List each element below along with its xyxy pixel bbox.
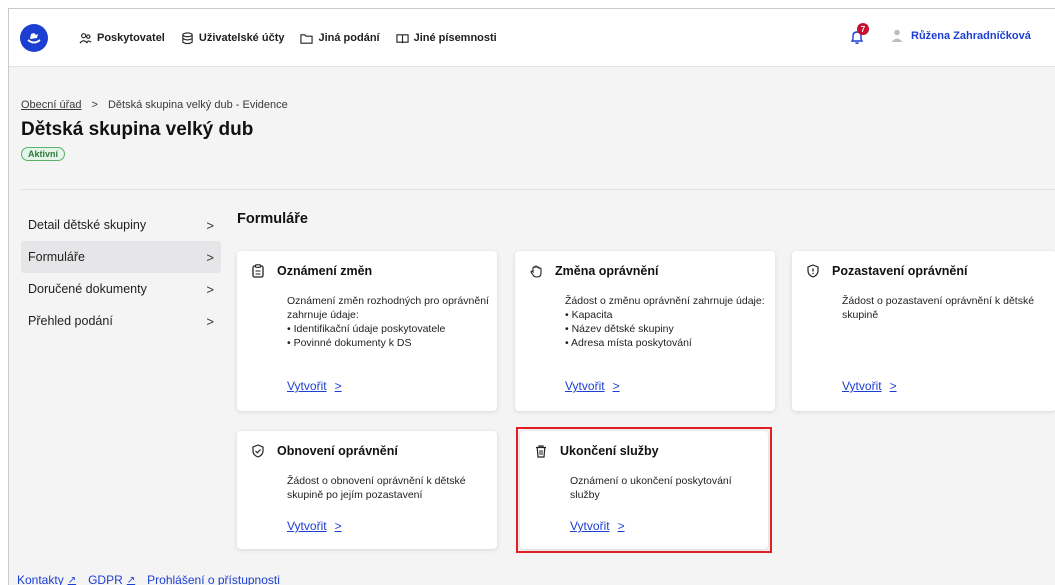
list-item: Povinné dokumenty k DS <box>287 336 497 350</box>
status-badge: Aktivní <box>21 147 66 161</box>
book-icon <box>395 33 409 43</box>
form-card-obnoveni-opravneni: Obnovení oprávnění Žádost o obnovení opr… <box>237 431 497 549</box>
card-description: Žádost o změnu oprávnění zahrnuje údaje:… <box>565 294 775 350</box>
sidebar-item-label: Detail dětské skupiny <box>28 218 147 232</box>
main-nav: Poskytovatel Uživatelské účty Jiná podán… <box>79 9 497 67</box>
card-title: Obnovení oprávnění <box>277 444 398 458</box>
card-title: Změna oprávnění <box>555 264 659 278</box>
chevron-right-icon: > <box>206 249 214 265</box>
sidebar-item-label: Doručené dokumenty <box>28 282 147 296</box>
nav-label: Uživatelské účty <box>198 32 285 44</box>
sidebar-item-dorucene-dokumenty[interactable]: Doručené dokumenty > <box>21 273 221 305</box>
shield-alert-icon <box>807 264 819 278</box>
app-logo[interactable] <box>20 24 48 52</box>
form-card-pozastaveni-opravneni: Pozastavení oprávnění Žádost o pozastave… <box>792 251 1055 411</box>
create-link[interactable]: Vytvořit > <box>287 519 342 533</box>
chevron-right-icon: > <box>612 379 620 393</box>
create-link[interactable]: Vytvořit > <box>565 379 620 393</box>
user-menu[interactable]: Růžena Zahradníčková <box>891 29 1031 42</box>
external-link-icon: ↗ <box>126 574 136 585</box>
create-link[interactable]: Vytvořit > <box>287 379 342 393</box>
form-card-zmena-opravneni: Změna oprávnění Žádost o změnu oprávnění… <box>515 251 775 411</box>
breadcrumb-parent-link[interactable]: Obecní úřad <box>21 99 82 111</box>
nav-label: Jiné písemnosti <box>413 32 497 44</box>
card-description-text: Žádost o změnu oprávnění zahrnuje údaje: <box>565 295 765 307</box>
chevron-right-icon: > <box>334 519 342 533</box>
sidebar-item-formulare[interactable]: Formuláře > <box>21 241 221 273</box>
list-item: Identifikační údaje poskytovatele <box>287 322 497 336</box>
form-card-oznameni-zmen: Oznámení změn Oznámení změn rozhodných p… <box>237 251 497 411</box>
nav-item-jina-podani[interactable]: Jiná podání <box>300 32 380 45</box>
chevron-right-icon: > <box>206 313 214 329</box>
card-description: Žádost o pozastavení oprávnění k dětské … <box>842 294 1052 322</box>
nav-label: Poskytovatel <box>97 32 165 44</box>
user-name: Růžena Zahradníčková <box>911 29 1031 42</box>
footer-link-label: GDPR <box>88 573 123 585</box>
chevron-right-icon: > <box>206 281 214 297</box>
nav-item-uzivatelske-ucty[interactable]: Uživatelské účty <box>181 31 285 45</box>
breadcrumb-separator: > <box>91 99 98 111</box>
card-description: Oznámení změn rozhodných pro oprávnění z… <box>287 294 497 350</box>
clipboard-icon <box>252 264 264 278</box>
card-description-text: Žádost o pozastavení oprávnění k dětské … <box>842 295 1035 321</box>
divider <box>21 189 1055 190</box>
footer-link-label: Prohlášení o přístupnosti <box>147 573 280 585</box>
list-item: Adresa místa poskytování <box>565 336 775 350</box>
footer-link-gdpr[interactable]: GDPR ↗ <box>88 573 135 585</box>
external-link-icon: ↗ <box>67 574 77 585</box>
people-icon <box>79 32 92 44</box>
card-description-text: Žádost o obnovení oprávnění k dětské sku… <box>287 475 466 501</box>
card-description: Žádost o obnovení oprávnění k dětské sku… <box>287 474 497 502</box>
app-window: Poskytovatel Uživatelské účty Jiná podán… <box>8 8 1055 585</box>
footer-link-pristupnost[interactable]: Prohlášení o přístupnosti <box>147 573 280 585</box>
sidebar-item-label: Přehled podání <box>28 314 113 328</box>
notification-count-badge: 7 <box>857 23 869 35</box>
footer-link-label: Kontakty <box>17 573 64 585</box>
database-icon <box>182 31 193 44</box>
breadcrumb: Obecní úřad > Dětská skupina velký dub -… <box>21 99 288 111</box>
breadcrumb-current: Dětská skupina velký dub - Evidence <box>107 99 288 111</box>
nav-label: Jiná podání <box>318 32 380 44</box>
sidebar: Detail dětské skupiny > Formuláře > Doru… <box>21 209 221 337</box>
top-bar: Poskytovatel Uživatelské účty Jiná podán… <box>9 9 1055 67</box>
rocking-horse-icon <box>27 33 41 44</box>
create-link[interactable]: Vytvořit > <box>842 379 897 393</box>
sidebar-item-label: Formuláře <box>28 250 85 264</box>
list-item: Kapacita <box>565 308 775 322</box>
card-list: Kapacita Název dětské skupiny Adresa mís… <box>565 308 775 350</box>
chevron-right-icon: > <box>206 217 214 233</box>
user-icon <box>891 29 903 42</box>
nav-item-jine-pisemnosti[interactable]: Jiné písemnosti <box>395 32 497 45</box>
card-description-text: Oznámení změn rozhodných pro oprávnění z… <box>287 295 489 321</box>
card-title: Pozastavení oprávnění <box>832 264 968 278</box>
page-title: Dětská skupina velký dub <box>21 119 254 140</box>
highlight-box <box>516 427 772 553</box>
footer: Kontakty ↗ GDPR ↗ Prohlášení o přístupno… <box>9 570 1055 585</box>
hand-icon <box>530 265 542 278</box>
create-link-label: Vytvořit <box>565 379 605 393</box>
create-link-label: Vytvořit <box>287 379 327 393</box>
footer-link-kontakty[interactable]: Kontakty ↗ <box>17 573 76 585</box>
chevron-right-icon: > <box>889 379 897 393</box>
chevron-right-icon: > <box>334 379 342 393</box>
notifications-button[interactable]: 7 <box>849 23 869 47</box>
folder-icon <box>300 33 314 44</box>
create-link-label: Vytvořit <box>287 519 327 533</box>
card-list: Identifikační údaje poskytovatele Povinn… <box>287 322 497 350</box>
list-item: Název dětské skupiny <box>565 322 775 336</box>
section-title: Formuláře <box>237 211 308 227</box>
shield-check-icon <box>252 444 264 458</box>
create-link-label: Vytvořit <box>842 379 882 393</box>
nav-item-poskytovatel[interactable]: Poskytovatel <box>79 32 165 45</box>
sidebar-item-detail[interactable]: Detail dětské skupiny > <box>21 209 221 241</box>
sidebar-item-prehled-podani[interactable]: Přehled podání > <box>21 305 221 337</box>
card-title: Oznámení změn <box>277 264 373 278</box>
